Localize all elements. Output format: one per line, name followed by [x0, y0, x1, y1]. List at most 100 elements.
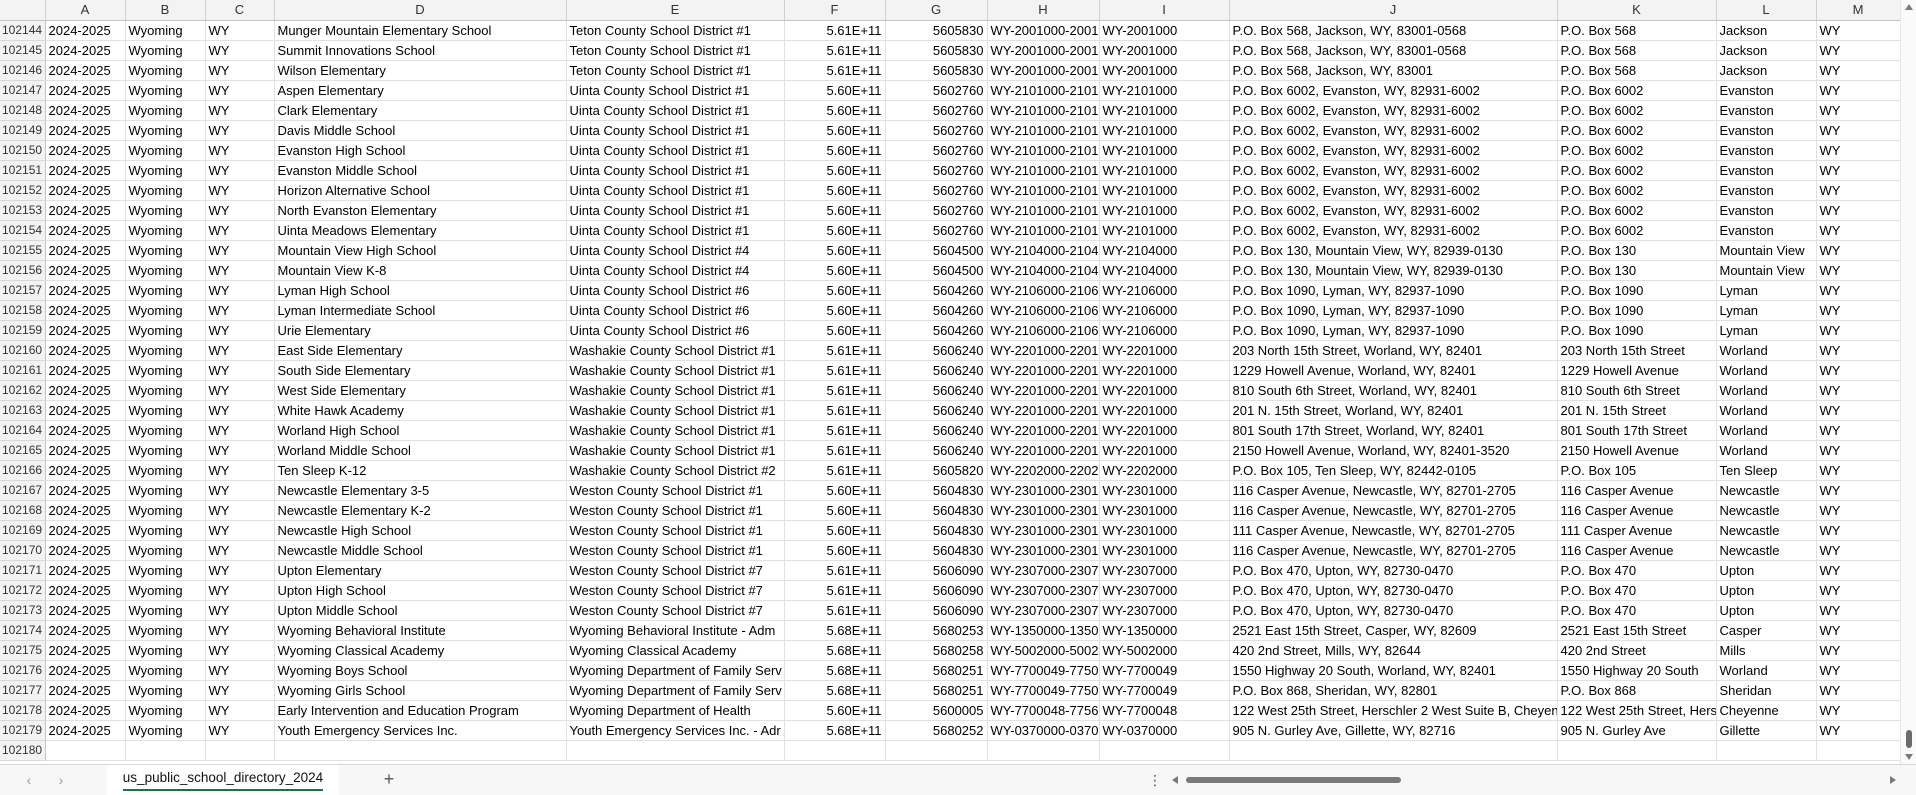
row-header[interactable]: 102149: [0, 120, 46, 141]
cell-K[interactable]: P.O. Box 6002: [1557, 140, 1717, 161]
cell-A[interactable]: 2024-2025: [45, 160, 126, 181]
cell-C[interactable]: WY: [205, 680, 275, 701]
cell-E[interactable]: Washakie County School District #1: [566, 420, 785, 441]
cell-I[interactable]: [1099, 740, 1230, 761]
cell-E[interactable]: Weston County School District #1: [566, 540, 785, 561]
row-header[interactable]: 102180: [0, 740, 46, 761]
cell-G[interactable]: 5600005: [885, 700, 988, 721]
cell-D[interactable]: West Side Elementary: [274, 380, 567, 401]
cell-G[interactable]: 5602760: [885, 100, 988, 121]
cell-E[interactable]: Uinta County School District #1: [566, 80, 785, 101]
cell-G[interactable]: 5602760: [885, 180, 988, 201]
cell-I[interactable]: WY-2201000: [1099, 380, 1230, 401]
cell-F[interactable]: 5.60E+11: [784, 320, 886, 341]
cell-G[interactable]: 5606090: [885, 560, 988, 581]
cell-A[interactable]: 2024-2025: [45, 460, 126, 481]
cell-H[interactable]: WY-2301000-2301: [987, 520, 1100, 541]
cell-K[interactable]: 2521 East 15th Street: [1557, 620, 1717, 641]
cell-I[interactable]: WY-5002000: [1099, 640, 1230, 661]
cell-B[interactable]: Wyoming: [125, 380, 206, 401]
cell-M[interactable]: WY: [1816, 320, 1900, 341]
cell-L[interactable]: Evanston: [1716, 100, 1817, 121]
cell-E[interactable]: [566, 740, 785, 761]
cell-M[interactable]: WY: [1816, 260, 1900, 281]
cell-K[interactable]: P.O. Box 470: [1557, 560, 1717, 581]
cell-D[interactable]: Upton Elementary: [274, 560, 567, 581]
cell-A[interactable]: 2024-2025: [45, 600, 126, 621]
cell-J[interactable]: P.O. Box 6002, Evanston, WY, 82931-6002: [1229, 220, 1558, 241]
cell-F[interactable]: 5.61E+11: [784, 40, 886, 61]
cell-G[interactable]: 5680253: [885, 620, 988, 641]
cell-I[interactable]: WY-2307000: [1099, 600, 1230, 621]
cell-L[interactable]: Worland: [1716, 340, 1817, 361]
cell-A[interactable]: 2024-2025: [45, 680, 126, 701]
row-header[interactable]: 102169: [0, 520, 46, 541]
next-sheet-chevron-icon[interactable]: ›: [54, 773, 68, 787]
cell-A[interactable]: 2024-2025: [45, 220, 126, 241]
cell-F[interactable]: 5.61E+11: [784, 20, 886, 41]
row-header[interactable]: 102172: [0, 580, 46, 601]
cell-G[interactable]: 5604260: [885, 280, 988, 301]
cell-E[interactable]: Wyoming Classical Academy: [566, 640, 785, 661]
cell-H[interactable]: WY-2101000-2101: [987, 200, 1100, 221]
cell-J[interactable]: P.O. Box 568, Jackson, WY, 83001-0568: [1229, 20, 1558, 41]
cell-M[interactable]: WY: [1816, 80, 1900, 101]
column-header-C[interactable]: C: [205, 0, 275, 21]
cell-J[interactable]: P.O. Box 6002, Evanston, WY, 82931-6002: [1229, 80, 1558, 101]
cell-G[interactable]: 5606240: [885, 440, 988, 461]
cell-J[interactable]: P.O. Box 470, Upton, WY, 82730-0470: [1229, 600, 1558, 621]
cell-G[interactable]: [885, 740, 988, 761]
cell-A[interactable]: 2024-2025: [45, 700, 126, 721]
spreadsheet-grid[interactable]: A B C D E F G H I J K L M 102144 2024-202…: [0, 0, 1900, 764]
cell-F[interactable]: 5.60E+11: [784, 520, 886, 541]
cell-A[interactable]: 2024-2025: [45, 560, 126, 581]
cell-D[interactable]: Mountain View K-8: [274, 260, 567, 281]
more-options-icon[interactable]: ⋮: [1148, 771, 1162, 789]
cell-G[interactable]: 5604500: [885, 260, 988, 281]
cell-J[interactable]: 810 South 6th Street, Worland, WY, 82401: [1229, 380, 1558, 401]
cell-L[interactable]: Evanston: [1716, 120, 1817, 141]
cell-E[interactable]: Uinta County School District #1: [566, 100, 785, 121]
cell-L[interactable]: Worland: [1716, 440, 1817, 461]
cell-B[interactable]: Wyoming: [125, 500, 206, 521]
cell-I[interactable]: WY-2101000: [1099, 220, 1230, 241]
cell-M[interactable]: WY: [1816, 300, 1900, 321]
cell-A[interactable]: 2024-2025: [45, 640, 126, 661]
cell-J[interactable]: 116 Casper Avenue, Newcastle, WY, 82701-…: [1229, 500, 1558, 521]
cell-H[interactable]: WY-2101000-2101: [987, 100, 1100, 121]
cell-F[interactable]: 5.60E+11: [784, 260, 886, 281]
cell-A[interactable]: 2024-2025: [45, 320, 126, 341]
cell-G[interactable]: 5604500: [885, 240, 988, 261]
cell-A[interactable]: [45, 740, 126, 761]
cell-G[interactable]: 5602760: [885, 140, 988, 161]
cell-I[interactable]: WY-2104000: [1099, 260, 1230, 281]
cell-A[interactable]: 2024-2025: [45, 620, 126, 641]
cell-A[interactable]: 2024-2025: [45, 180, 126, 201]
cell-K[interactable]: [1557, 740, 1717, 761]
row-header[interactable]: 102154: [0, 220, 46, 241]
cell-A[interactable]: 2024-2025: [45, 140, 126, 161]
cell-F[interactable]: 5.60E+11: [784, 160, 886, 181]
cell-I[interactable]: WY-0370000: [1099, 720, 1230, 741]
cell-I[interactable]: WY-2001000: [1099, 60, 1230, 81]
column-header-H[interactable]: H: [987, 0, 1100, 21]
cell-I[interactable]: WY-2001000: [1099, 40, 1230, 61]
cell-C[interactable]: WY: [205, 580, 275, 601]
cell-H[interactable]: WY-2307000-2307: [987, 600, 1100, 621]
cell-D[interactable]: Mountain View High School: [274, 240, 567, 261]
cell-A[interactable]: 2024-2025: [45, 40, 126, 61]
cell-J[interactable]: P.O. Box 1090, Lyman, WY, 82937-1090: [1229, 300, 1558, 321]
cell-F[interactable]: 5.61E+11: [784, 360, 886, 381]
cell-B[interactable]: Wyoming: [125, 20, 206, 41]
cell-L[interactable]: Evanston: [1716, 220, 1817, 241]
cell-B[interactable]: Wyoming: [125, 460, 206, 481]
cell-H[interactable]: WY-2104000-2104: [987, 240, 1100, 261]
cell-I[interactable]: WY-7700048: [1099, 700, 1230, 721]
cell-K[interactable]: 905 N. Gurley Ave: [1557, 720, 1717, 741]
cell-J[interactable]: P.O. Box 105, Ten Sleep, WY, 82442-0105: [1229, 460, 1558, 481]
cell-D[interactable]: Newcastle Elementary 3-5: [274, 480, 567, 501]
cell-F[interactable]: 5.68E+11: [784, 680, 886, 701]
cell-G[interactable]: 5680252: [885, 720, 988, 741]
column-header-G[interactable]: G: [885, 0, 988, 21]
cell-E[interactable]: Wyoming Department of Family Serv: [566, 660, 785, 681]
